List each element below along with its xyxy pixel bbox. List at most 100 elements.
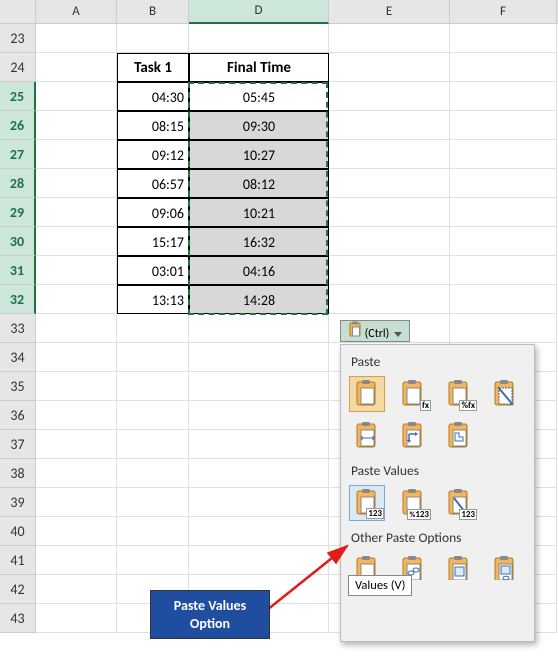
cell-F25[interactable] [450, 82, 557, 111]
row-header-41[interactable]: 41 [0, 546, 36, 575]
row-header-30[interactable]: 30 [0, 227, 36, 256]
cell-B23[interactable] [117, 24, 189, 53]
cell-F23[interactable] [450, 24, 557, 53]
cell-D36[interactable] [189, 401, 329, 430]
cell-D26[interactable]: 09:30 [189, 111, 329, 140]
cell-D37[interactable] [189, 430, 329, 459]
cell-F26[interactable] [450, 111, 557, 140]
paste-transpose-icon[interactable] [395, 418, 431, 454]
cell-B29[interactable]: 09:06 [117, 198, 189, 227]
row-header-33[interactable]: 33 [0, 314, 36, 343]
cell-B39[interactable] [117, 488, 189, 517]
paste-keep-source-width-icon[interactable] [349, 418, 385, 454]
cell-B41[interactable] [117, 546, 189, 575]
cell-E24[interactable] [329, 53, 450, 82]
cell-A35[interactable] [36, 372, 117, 401]
cell-B38[interactable] [117, 459, 189, 488]
row-header-40[interactable]: 40 [0, 517, 36, 546]
row-header-29[interactable]: 29 [0, 198, 36, 227]
cell-E32[interactable] [329, 285, 450, 314]
paste-formulas-icon[interactable]: fx [395, 376, 431, 412]
cell-B27[interactable]: 09:12 [117, 140, 189, 169]
cell-E26[interactable] [329, 111, 450, 140]
col-header-B[interactable]: B [117, 0, 189, 24]
cell-A41[interactable] [36, 546, 117, 575]
cell-D32[interactable]: 14:28 [189, 285, 329, 314]
cell-E31[interactable] [329, 256, 450, 285]
cell-B30[interactable]: 15:17 [117, 227, 189, 256]
select-all-corner[interactable] [0, 0, 36, 24]
cell-A33[interactable] [36, 314, 117, 343]
cell-A29[interactable] [36, 198, 117, 227]
cell-F29[interactable] [450, 198, 557, 227]
cell-F24[interactable] [450, 53, 557, 82]
cell-A27[interactable] [36, 140, 117, 169]
cell-D25[interactable]: 05:45 [189, 82, 329, 111]
paste-formulas-number-icon[interactable]: %fx [441, 376, 477, 412]
row-header-42[interactable]: 42 [0, 575, 36, 604]
cell-A26[interactable] [36, 111, 117, 140]
cell-A25[interactable] [36, 82, 117, 111]
row-header-35[interactable]: 35 [0, 372, 36, 401]
paste-options-button[interactable]: (Ctrl) [340, 320, 410, 342]
col-header-A[interactable]: A [36, 0, 117, 24]
cell-A32[interactable] [36, 285, 117, 314]
row-header-32[interactable]: 32 [0, 285, 36, 314]
paste-linked-picture-icon[interactable] [487, 552, 523, 580]
col-header-D[interactable]: D [189, 0, 329, 24]
row-header-24[interactable]: 24 [0, 53, 36, 82]
cell-D24[interactable]: Final Time [189, 53, 329, 82]
paste-values-number-icon[interactable]: %123 [395, 485, 431, 521]
cell-A38[interactable] [36, 459, 117, 488]
cell-E27[interactable] [329, 140, 450, 169]
cell-D31[interactable]: 04:16 [189, 256, 329, 285]
cell-D39[interactable] [189, 488, 329, 517]
cell-F33[interactable] [450, 314, 557, 343]
cell-B25[interactable]: 04:30 [117, 82, 189, 111]
cell-B32[interactable]: 13:13 [117, 285, 189, 314]
cell-B36[interactable] [117, 401, 189, 430]
cell-B40[interactable] [117, 517, 189, 546]
cell-B24[interactable]: Task 1 [117, 53, 189, 82]
cell-E28[interactable] [329, 169, 450, 198]
cell-D38[interactable] [189, 459, 329, 488]
row-header-27[interactable]: 27 [0, 140, 36, 169]
cell-F28[interactable] [450, 169, 557, 198]
cell-B33[interactable] [117, 314, 189, 343]
cell-E23[interactable] [329, 24, 450, 53]
cell-A42[interactable] [36, 575, 117, 604]
paste-values-icon[interactable]: 123 [349, 485, 385, 521]
cell-E29[interactable] [329, 198, 450, 227]
cell-B35[interactable] [117, 372, 189, 401]
cell-D29[interactable]: 10:21 [189, 198, 329, 227]
cell-A30[interactable] [36, 227, 117, 256]
row-header-26[interactable]: 26 [0, 111, 36, 140]
cell-B28[interactable]: 06:57 [117, 169, 189, 198]
cell-F32[interactable] [450, 285, 557, 314]
row-header-43[interactable]: 43 [0, 604, 36, 633]
paste-icon[interactable] [349, 376, 385, 412]
cell-A39[interactable] [36, 488, 117, 517]
paste-values-source-icon[interactable]: 123 [441, 485, 477, 521]
cell-D27[interactable]: 10:27 [189, 140, 329, 169]
row-header-37[interactable]: 37 [0, 430, 36, 459]
cell-A40[interactable] [36, 517, 117, 546]
cell-D35[interactable] [189, 372, 329, 401]
cell-A43[interactable] [36, 604, 117, 633]
row-header-34[interactable]: 34 [0, 343, 36, 372]
cell-A23[interactable] [36, 24, 117, 53]
cell-A34[interactable] [36, 343, 117, 372]
cell-D40[interactable] [189, 517, 329, 546]
row-header-38[interactable]: 38 [0, 459, 36, 488]
cell-D30[interactable]: 16:32 [189, 227, 329, 256]
row-header-25[interactable]: 25 [0, 82, 36, 111]
row-header-36[interactable]: 36 [0, 401, 36, 430]
cell-F31[interactable] [450, 256, 557, 285]
cell-A36[interactable] [36, 401, 117, 430]
row-header-39[interactable]: 39 [0, 488, 36, 517]
cell-D41[interactable] [189, 546, 329, 575]
col-header-E[interactable]: E [329, 0, 450, 24]
row-header-23[interactable]: 23 [0, 24, 36, 53]
cell-E30[interactable] [329, 227, 450, 256]
cell-D23[interactable] [189, 24, 329, 53]
